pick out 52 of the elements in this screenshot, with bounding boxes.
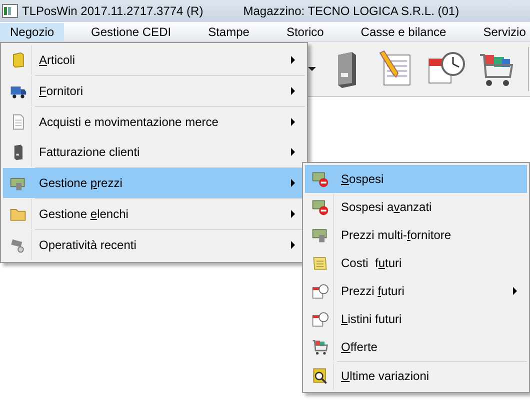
menu-item-label: Acquisti e movimentazione merce <box>39 115 220 129</box>
menu-item-label: Gestione elenchi <box>39 207 130 221</box>
menu-item-label: Offerte <box>341 340 378 354</box>
menu-bar-item[interactable]: Servizio <box>473 22 530 40</box>
menu-item[interactable]: Operatività recenti <box>3 230 305 260</box>
menu-bar-item[interactable]: Casse e bilance <box>350 22 456 40</box>
menu-item[interactable]: Offerte <box>305 333 527 362</box>
menu-item[interactable]: Costi futuri <box>305 249 527 277</box>
menu-bar-item[interactable]: Stampe <box>198 22 260 40</box>
submenu-arrow-icon <box>291 87 295 95</box>
menu-item-label: Prezzi multi-fornitore <box>341 228 452 242</box>
submenu-arrow-icon <box>291 179 295 187</box>
submenu-arrow-icon <box>291 210 295 218</box>
menu-item-label: Sospesi <box>341 172 385 186</box>
menu-item[interactable]: Sospesi avanzati <box>305 193 527 221</box>
submenu-arrow-icon <box>291 56 295 64</box>
menu-item[interactable]: Articoli <box>3 45 305 76</box>
menu-item[interactable]: Prezzi multi-fornitore <box>305 221 527 249</box>
menu-item[interactable]: Listini futuri <box>305 305 527 333</box>
menu-item-label: Articoli <box>39 53 76 67</box>
money-forbidden-icon <box>311 198 329 216</box>
menu-item-label: Costi futuri <box>341 256 403 270</box>
menu-item-label: Gestione prezzi <box>39 176 124 190</box>
menu-item-label: Prezzi futuri <box>341 284 406 298</box>
window-subtitle: Magazzino: TECNO LOGICA S.R.L. (01) <box>243 4 460 18</box>
menu-item-label: Fatturazione clienti <box>39 145 141 159</box>
note-icon <box>311 254 329 272</box>
menu-item[interactable]: Acquisti e movimentazione merce <box>3 107 305 137</box>
menu-item-label: Fornitori <box>39 84 84 98</box>
submenu-arrow-icon <box>513 287 517 295</box>
menu-bar-item[interactable]: Negozio <box>0 22 64 40</box>
menu-item[interactable]: Sospesi <box>305 165 527 193</box>
app-icon <box>2 4 18 18</box>
menu-item[interactable]: Ultime variazioni <box>305 362 527 390</box>
shopping-cart-icon <box>311 338 329 356</box>
money-forbidden-icon <box>311 170 329 188</box>
menu-item[interactable]: Fornitori <box>3 76 305 107</box>
menu-bar-item[interactable]: Gestione CEDI <box>81 22 182 40</box>
menu-item[interactable]: Prezzi futuri <box>305 277 527 305</box>
menu-item-label: Operatività recenti <box>39 238 138 252</box>
submenu-arrow-icon <box>291 241 295 249</box>
menu-item-label: Ultime variazioni <box>341 369 430 383</box>
menu-item[interactable]: Gestione prezzi <box>3 168 305 199</box>
calendar-clock-icon <box>311 282 329 300</box>
calendar-clock-icon <box>311 310 329 328</box>
magnifier-icon <box>311 367 329 385</box>
menu-item-label: Sospesi avanzati <box>341 200 433 214</box>
submenu-arrow-icon <box>291 148 295 156</box>
menu-bar-item[interactable]: Storico <box>276 22 334 40</box>
submenu-arrow-icon <box>291 118 295 126</box>
window-title: TLPosWin 2017.11.2717.3774 (R) <box>22 4 204 18</box>
menu-item-label: Listini futuri <box>341 312 403 326</box>
